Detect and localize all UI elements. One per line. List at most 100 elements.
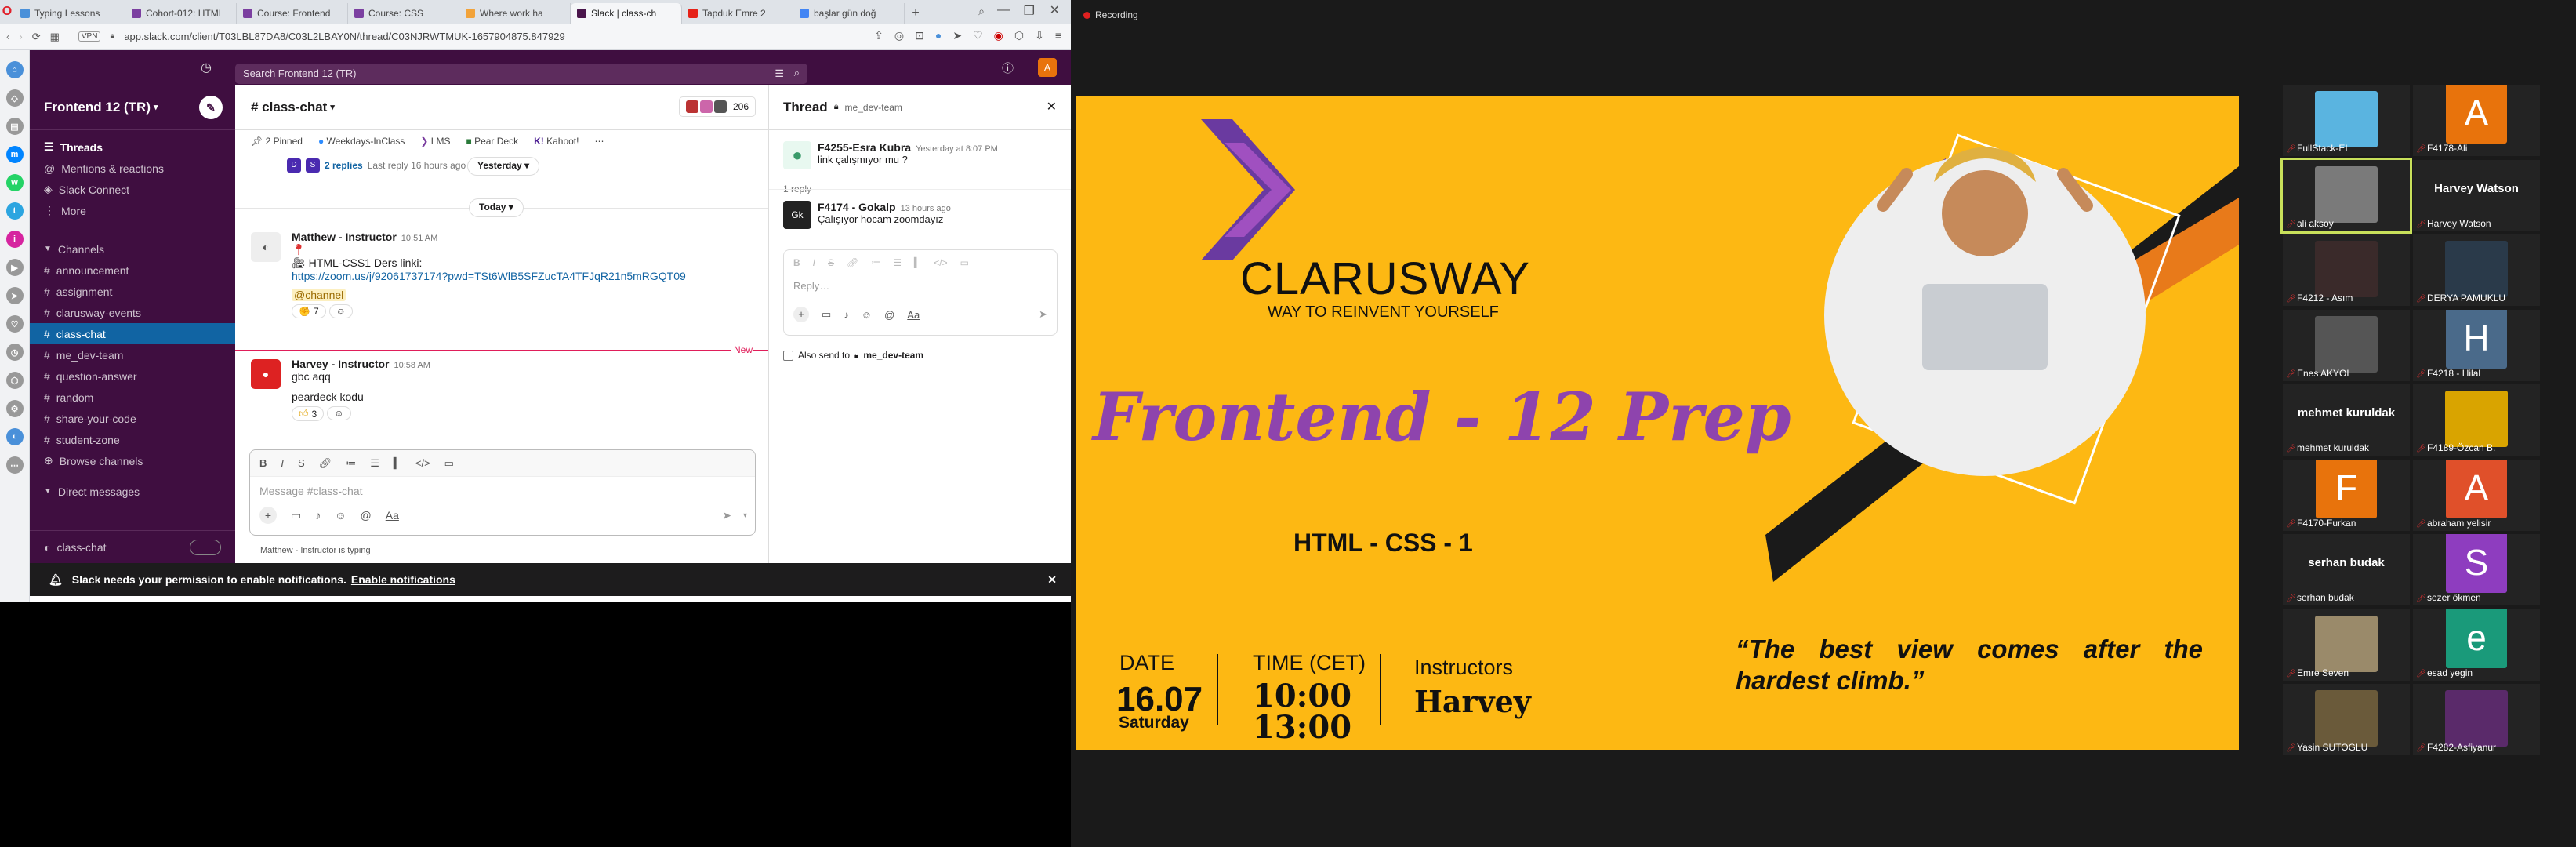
bullet-list-icon[interactable]: ☰ (893, 257, 902, 268)
mention-icon[interactable]: @ (884, 309, 894, 321)
forward-icon[interactable]: › (19, 31, 22, 42)
channel-mention[interactable]: @channel (292, 289, 346, 301)
filter-icon[interactable]: ☰ (775, 67, 784, 80)
strike-icon[interactable]: S (828, 257, 834, 268)
close-thread-icon[interactable]: ✕ (1047, 99, 1057, 115)
bullet-list-icon[interactable]: ☰ (370, 457, 379, 470)
participant-tile[interactable]: F 🎤︎ F4170-Furkan (2283, 459, 2410, 531)
sidebar-item-channel[interactable]: # student-zone (30, 429, 235, 450)
reload-icon[interactable]: ⟳ (32, 31, 41, 43)
sender-name[interactable]: F4174 - Gokalp (818, 201, 896, 213)
participant-tile[interactable]: mehmet kuruldak 🎤︎ mehmet kuruldak (2283, 384, 2410, 456)
participant-tile[interactable]: 🎤︎ Yasin SUTOGLU (2283, 684, 2410, 755)
participant-tile[interactable]: serhan budak 🎤︎ serhan budak (2283, 534, 2410, 605)
date-divider-today[interactable]: Today ▾ (469, 198, 524, 217)
share-icon[interactable]: ⇪ (874, 29, 883, 42)
reply-input[interactable]: Reply… (784, 275, 1057, 307)
code-block-icon[interactable]: ▭ (960, 257, 969, 268)
participant-tile[interactable]: Harvey Watson 🎤︎ Harvey Watson (2413, 159, 2540, 231)
sidebar-item-channel[interactable]: # announcement (30, 260, 235, 281)
participant-tile[interactable]: A 🎤︎ abraham yelisir (2413, 459, 2540, 531)
maximize-icon[interactable]: ❐ (1024, 3, 1035, 19)
profile-avatar-icon[interactable]: ◉ (994, 29, 1003, 42)
zoom-link[interactable]: https://zoom.us/j/92061737174?pwd=TSt6Wl… (292, 270, 753, 282)
minimize-icon[interactable]: — (997, 3, 1010, 17)
message-time[interactable]: 10:58 AM (394, 361, 430, 370)
reaction[interactable]: 👍︎ 3 (292, 406, 325, 421)
participant-tile[interactable]: 🎤︎ ali aksoy (2280, 157, 2412, 234)
more-side-icon[interactable]: ⋯ (5, 456, 24, 474)
sidebar-item-channel[interactable]: # share-your-code (30, 408, 235, 429)
bold-icon[interactable]: B (259, 457, 267, 469)
participant-tile[interactable]: H 🎤︎ F4218 - Hilal (2413, 309, 2540, 381)
format-icon[interactable]: Aa (386, 509, 399, 522)
shield-icon[interactable]: ● (935, 29, 942, 42)
browser-tab[interactable]: Slack | class-ch (571, 3, 682, 24)
close-window-icon[interactable]: ✕ (1050, 2, 1060, 18)
bold-icon[interactable]: B (793, 257, 800, 268)
ordered-list-icon[interactable]: ≔ (871, 257, 880, 268)
sender-name[interactable]: Harvey - Instructor (292, 358, 389, 370)
previous-replies[interactable]: D S 2 replies Last reply 16 hours ago (287, 158, 466, 173)
channels-section-header[interactable]: ▼ Channels (30, 238, 235, 260)
code-icon[interactable]: </> (934, 257, 947, 268)
participant-tile[interactable]: 🎤︎ F4189-Özcan B. (2413, 384, 2540, 456)
add-reaction-icon[interactable]: ☺ (327, 406, 351, 420)
reaction[interactable]: ✊ 7 (292, 304, 326, 318)
emoji-icon[interactable]: ☺ (335, 509, 346, 522)
send-message-icon[interactable]: ➤ (722, 509, 731, 522)
browser-tab[interactable]: Typing Lessons (14, 3, 125, 24)
participant-tile[interactable]: 🎤︎ Enes AKYOL (2283, 309, 2410, 381)
close-banner-icon[interactable]: ✕ (1047, 573, 1057, 587)
opera-logo-icon[interactable]: O (0, 0, 14, 24)
browser-tab[interactable]: Course: CSS (348, 3, 459, 24)
avatar[interactable]: ● (251, 359, 281, 389)
url-field[interactable]: app.slack.com/client/T03LBL87DA8/C03L2LB… (124, 31, 564, 42)
dm-section-header[interactable]: ▼ Direct messages (30, 481, 235, 502)
heart-icon[interactable]: ♡ (973, 29, 983, 42)
browser-tab[interactable]: Tapduk Emre 2 (682, 3, 793, 24)
send-options-icon[interactable]: ▾ (743, 511, 747, 520)
participant-tile[interactable]: 🎤︎ Emre Seven (2283, 609, 2410, 681)
more-horizontal-icon[interactable]: ⋯ (594, 136, 604, 147)
participant-tile[interactable]: 🎤︎ FullStack-EI (2283, 85, 2410, 156)
avatar[interactable]: ◐ (251, 232, 281, 262)
compose-icon[interactable]: ✎ (199, 96, 223, 119)
favorites-icon[interactable]: ♡ (5, 315, 24, 333)
extensions-icon[interactable]: ⬡ (1014, 29, 1024, 42)
enable-notifications-link[interactable]: Enable notifications (351, 573, 455, 586)
participant-tile[interactable]: S 🎤︎ sezer ökmen (2413, 534, 2540, 605)
back-icon[interactable]: ‹ (6, 31, 9, 42)
members-button[interactable]: 206 (678, 96, 756, 117)
extensions-side-icon[interactable]: ⬡ (5, 372, 24, 389)
bookmark-peardeck[interactable]: ■ Pear Deck (466, 136, 518, 147)
browse-channels[interactable]: ⊕ Browse channels (30, 450, 235, 471)
history-clock-icon[interactable]: ◷ (201, 60, 212, 75)
date-divider-yesterday[interactable]: Yesterday ▾ (467, 157, 540, 176)
player-icon[interactable]: ▶ (5, 259, 24, 276)
microphone-icon[interactable]: ♪ (844, 309, 849, 321)
message-time[interactable]: Yesterday at 8:07 PM (916, 144, 998, 154)
search-icon[interactable]: ⌕ (794, 67, 800, 79)
participant-tile[interactable]: 🎤︎ F4282-Asfiyanur (2413, 684, 2540, 755)
download-icon[interactable]: ⇩ (1035, 29, 1044, 42)
thread-channel[interactable]: me_dev-team (845, 102, 902, 113)
vpn-badge[interactable]: VPN (78, 31, 101, 42)
message-input[interactable]: Message #class-chat (250, 477, 755, 507)
apps-icon[interactable]: ▤ (5, 118, 24, 135)
sidebar-item-channel[interactable]: # question-answer (30, 365, 235, 387)
italic-icon[interactable]: I (813, 257, 815, 268)
workspace-name[interactable]: Frontend 12 (TR) (44, 100, 151, 115)
replies-link[interactable]: 2 replies (325, 160, 363, 171)
menu-icon[interactable]: ≡ (1055, 29, 1061, 42)
send-reply-icon[interactable]: ➤ (1039, 308, 1047, 321)
sidebar-item-slack-connect[interactable]: ◈ Slack Connect (30, 179, 235, 200)
sender-name[interactable]: F4255-Esra Kubra (818, 141, 911, 154)
sender-name[interactable]: Matthew - Instructor (292, 231, 397, 243)
speed-dial-icon[interactable]: ◇ (5, 89, 24, 107)
browser-tab[interactable]: Where work ha (459, 3, 571, 24)
bookmark-weekdays[interactable]: ● Weekdays-InClass (318, 136, 405, 147)
add-reaction-icon[interactable]: ☺ (328, 304, 353, 318)
sidebar-item-more[interactable]: ⋮ More (30, 200, 235, 221)
history-icon[interactable]: ◷ (5, 344, 24, 361)
